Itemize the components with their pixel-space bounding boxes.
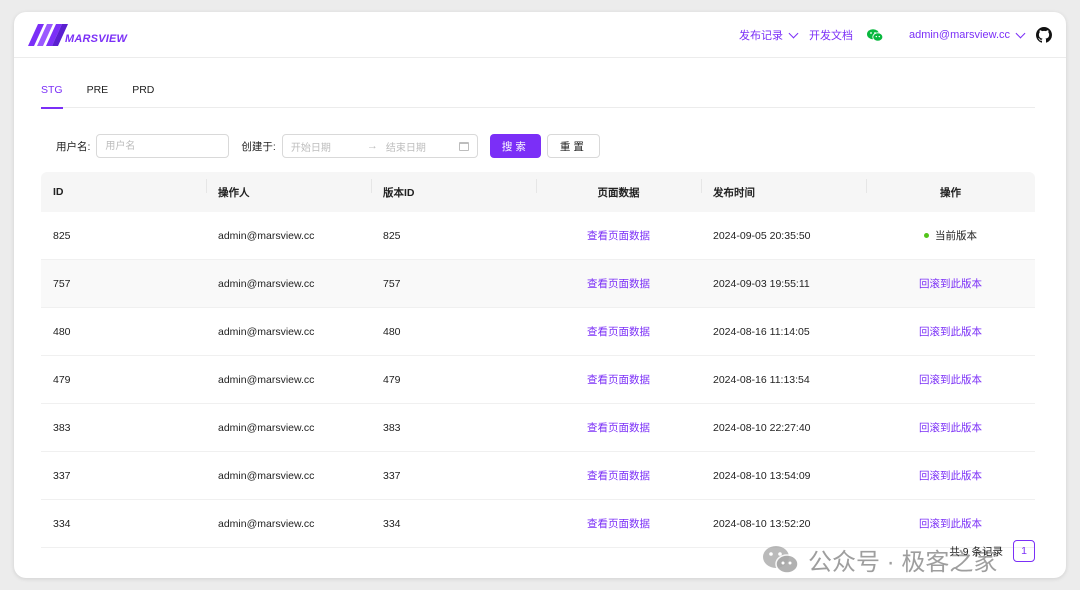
username-label: 用户名: bbox=[56, 140, 91, 153]
release-table: ID 操作人 版本ID 页面数据 发布时间 操作 825 admin@marsv… bbox=[41, 172, 1035, 548]
env-tabs: STG PRE PRD bbox=[41, 78, 1035, 109]
cell-id: 825 bbox=[53, 229, 71, 242]
logo-mark-icon bbox=[28, 24, 68, 46]
user-email: admin@marsview.cc bbox=[908, 29, 1010, 41]
current-version-status: 当前版本 bbox=[866, 228, 1035, 243]
view-page-data-link[interactable]: 查看页面数据 bbox=[587, 518, 650, 530]
cell-release-time: 2024-08-10 13:54:09 bbox=[713, 469, 811, 482]
cell-version-id: 383 bbox=[383, 421, 401, 434]
cell-version-id: 334 bbox=[383, 517, 401, 530]
cell-release-time: 2024-08-16 11:14:05 bbox=[713, 325, 810, 338]
cell-version-id: 337 bbox=[383, 469, 401, 482]
col-operator: 操作人 bbox=[206, 178, 371, 200]
rollback-link[interactable]: 回滚到此版本 bbox=[919, 326, 982, 338]
header-actions: 发布记录 开发文档 admin@marsview.cc bbox=[739, 12, 1052, 58]
created-label: 创建于: bbox=[241, 140, 276, 153]
user-menu[interactable]: admin@marsview.cc bbox=[908, 28, 1026, 41]
release-log-menu[interactable]: 发布记录 bbox=[738, 27, 799, 43]
col-version-id: 版本ID bbox=[371, 178, 536, 200]
arrow-right-icon: → bbox=[366, 140, 378, 152]
col-action: 操作 bbox=[866, 178, 1035, 200]
brand-logo[interactable]: MARSVIEW bbox=[28, 24, 127, 46]
cell-version-id: 479 bbox=[383, 373, 401, 386]
cell-id: 383 bbox=[53, 421, 71, 434]
date-range-picker[interactable]: 开始日期 → 结束日期 bbox=[281, 134, 478, 158]
table-header: ID 操作人 版本ID 页面数据 发布时间 操作 bbox=[41, 172, 1035, 212]
cell-operator: admin@marsview.cc bbox=[218, 277, 315, 290]
top-header: MARSVIEW 发布记录 开发文档 admin@marsview.cc bbox=[14, 12, 1066, 58]
cell-operator: admin@marsview.cc bbox=[218, 517, 315, 530]
cell-operator: admin@marsview.cc bbox=[218, 229, 315, 242]
table-row: 757 admin@marsview.cc 757 查看页面数据 2024-09… bbox=[41, 260, 1035, 308]
cell-version-id: 480 bbox=[383, 325, 401, 338]
table-row: 337 admin@marsview.cc 337 查看页面数据 2024-08… bbox=[41, 452, 1035, 500]
table-row: 383 admin@marsview.cc 383 查看页面数据 2024-08… bbox=[41, 404, 1035, 452]
view-page-data-link[interactable]: 查看页面数据 bbox=[587, 326, 650, 338]
logo-text: MARSVIEW bbox=[65, 32, 128, 45]
search-form: 用户名: 创建于: 开始日期 → 结束日期 搜索 重置 bbox=[56, 134, 600, 158]
total-count: 共 9 条记录 bbox=[949, 545, 1003, 558]
view-page-data-link[interactable]: 查看页面数据 bbox=[587, 470, 650, 482]
end-date-placeholder: 结束日期 bbox=[385, 142, 426, 154]
wechat-button[interactable] bbox=[866, 28, 883, 42]
wechat-icon bbox=[866, 28, 883, 42]
cell-release-time: 2024-08-16 11:13:54 bbox=[713, 373, 810, 386]
rollback-link[interactable]: 回滚到此版本 bbox=[919, 422, 982, 434]
cell-release-time: 2024-09-03 19:55:11 bbox=[713, 277, 810, 290]
wechat-watermark-icon bbox=[762, 545, 800, 575]
view-page-data-link[interactable]: 查看页面数据 bbox=[587, 278, 650, 290]
pagination: 共 9 条记录 1 bbox=[949, 540, 1035, 562]
github-link[interactable] bbox=[1036, 27, 1052, 43]
col-page-data: 页面数据 bbox=[536, 178, 701, 200]
cell-id: 757 bbox=[53, 277, 71, 290]
page-button[interactable]: 1 bbox=[1013, 540, 1035, 562]
col-id: ID bbox=[53, 186, 64, 198]
view-page-data-link[interactable]: 查看页面数据 bbox=[587, 230, 650, 242]
username-input[interactable] bbox=[96, 134, 230, 158]
tab-stg[interactable]: STG bbox=[41, 78, 63, 109]
cell-release-time: 2024-09-05 20:35:50 bbox=[713, 229, 811, 242]
release-log-label: 发布记录 bbox=[738, 30, 783, 42]
search-button[interactable]: 搜索 bbox=[489, 134, 541, 158]
view-page-data-link[interactable]: 查看页面数据 bbox=[587, 374, 650, 386]
cell-version-id: 825 bbox=[383, 229, 401, 242]
table-row: 479 admin@marsview.cc 479 查看页面数据 2024-08… bbox=[41, 356, 1035, 404]
app-window: MARSVIEW 发布记录 开发文档 admin@marsview.cc STG… bbox=[14, 12, 1066, 578]
cell-operator: admin@marsview.cc bbox=[218, 373, 315, 386]
calendar-icon bbox=[458, 141, 469, 151]
tab-prd[interactable]: PRD bbox=[132, 78, 154, 108]
chevron-down-icon bbox=[788, 28, 799, 38]
status-dot-icon bbox=[924, 232, 929, 238]
table-row: 480 admin@marsview.cc 480 查看页面数据 2024-08… bbox=[41, 308, 1035, 356]
cell-release-time: 2024-08-10 22:27:40 bbox=[713, 421, 811, 434]
cell-id: 479 bbox=[53, 373, 71, 386]
rollback-link[interactable]: 回滚到此版本 bbox=[919, 470, 982, 482]
cell-operator: admin@marsview.cc bbox=[218, 325, 315, 338]
tab-pre[interactable]: PRE bbox=[87, 78, 109, 108]
cell-release-time: 2024-08-10 13:52:20 bbox=[713, 517, 811, 530]
dev-docs-label: 开发文档 bbox=[808, 30, 853, 42]
cell-id: 334 bbox=[53, 517, 71, 530]
cell-operator: admin@marsview.cc bbox=[218, 469, 315, 482]
rollback-link[interactable]: 回滚到此版本 bbox=[919, 374, 982, 386]
reset-button[interactable]: 重置 bbox=[546, 134, 600, 158]
col-release-time: 发布时间 bbox=[701, 178, 866, 200]
start-date-placeholder: 开始日期 bbox=[290, 142, 331, 154]
cell-operator: admin@marsview.cc bbox=[218, 421, 315, 434]
table-row: 825 admin@marsview.cc 825 查看页面数据 2024-09… bbox=[41, 212, 1035, 260]
github-icon bbox=[1036, 27, 1052, 43]
view-page-data-link[interactable]: 查看页面数据 bbox=[587, 422, 650, 434]
rollback-link[interactable]: 回滚到此版本 bbox=[919, 278, 982, 290]
cell-id: 337 bbox=[53, 469, 71, 482]
current-version-label: 当前版本 bbox=[935, 230, 977, 242]
cell-id: 480 bbox=[53, 325, 71, 338]
rollback-link[interactable]: 回滚到此版本 bbox=[919, 518, 982, 530]
table-row: 334 admin@marsview.cc 334 查看页面数据 2024-08… bbox=[41, 500, 1035, 548]
cell-version-id: 757 bbox=[383, 277, 401, 290]
dev-docs-link[interactable]: 开发文档 bbox=[809, 27, 853, 43]
chevron-down-icon bbox=[1015, 28, 1026, 38]
